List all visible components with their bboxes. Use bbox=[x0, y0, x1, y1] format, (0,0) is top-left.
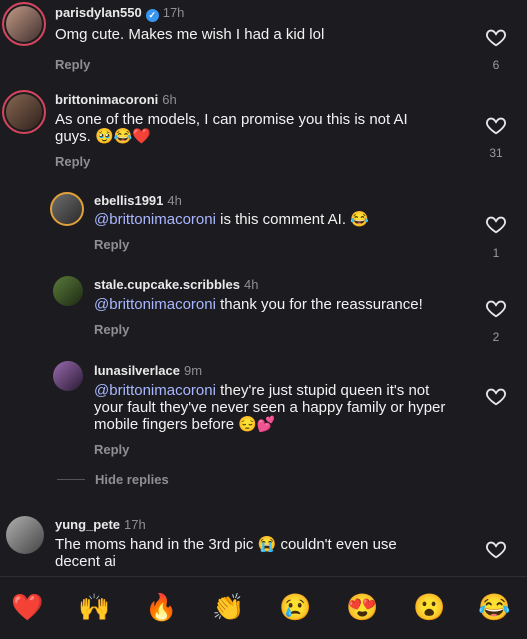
heart-icon[interactable] bbox=[485, 26, 507, 48]
heart-icon[interactable] bbox=[485, 213, 507, 235]
username[interactable]: parisdylan550 bbox=[55, 5, 142, 20]
heart-icon[interactable] bbox=[485, 114, 507, 136]
avatar[interactable] bbox=[53, 276, 83, 306]
comment-text-line: decent ai bbox=[55, 553, 116, 570]
mention-link[interactable]: @brittonimacoroni bbox=[94, 211, 216, 228]
username[interactable]: brittonimacoroni bbox=[55, 92, 158, 107]
like-count: 31 bbox=[489, 146, 503, 160]
comment-text: Omg cute. Makes me wish I had a kid lol bbox=[55, 26, 325, 43]
surprised-face-emoji-button[interactable]: 😮 bbox=[413, 591, 445, 623]
emoji-text: 😭 bbox=[257, 536, 277, 553]
timestamp: 6h bbox=[162, 92, 177, 107]
avatar[interactable] bbox=[2, 2, 46, 46]
heart-icon[interactable] bbox=[485, 538, 507, 560]
emoji-text: 😂 bbox=[350, 211, 369, 228]
comment-text-line: The moms hand in the 3rd pic bbox=[55, 536, 254, 553]
like-count: 1 bbox=[492, 246, 500, 260]
fire-emoji-button[interactable]: 🔥 bbox=[145, 591, 177, 623]
timestamp: 9m bbox=[184, 363, 203, 378]
reply-button[interactable]: Reply bbox=[55, 154, 90, 169]
reply-button[interactable]: Reply bbox=[94, 442, 129, 457]
comment-text: is this comment AI. bbox=[220, 211, 346, 228]
timestamp: 17h bbox=[162, 5, 185, 20]
heart-eyes-emoji-button[interactable]: 😍 bbox=[346, 591, 378, 623]
comment-text-line: As one of the models, I can promise you … bbox=[55, 111, 408, 128]
verified-badge-icon: ✓ bbox=[145, 9, 159, 22]
reply-button[interactable]: Reply bbox=[94, 322, 129, 337]
avatar[interactable] bbox=[2, 90, 46, 134]
avatar[interactable] bbox=[53, 361, 83, 391]
comment-text-line: couldn't even use bbox=[280, 536, 397, 553]
clapping-hands-emoji-button[interactable]: 👏 bbox=[212, 591, 244, 623]
username[interactable]: yung_pete bbox=[55, 517, 120, 532]
reply-button[interactable]: Reply bbox=[55, 57, 90, 72]
comment-text: thank you for the reassurance! bbox=[220, 296, 423, 313]
avatar[interactable] bbox=[6, 516, 44, 554]
hide-replies-divider bbox=[57, 479, 85, 480]
emoji-text: 😔💕 bbox=[238, 416, 276, 433]
comment-text-line: mobile fingers before bbox=[94, 416, 235, 433]
mention-link[interactable]: @brittonimacoroni bbox=[94, 382, 216, 399]
timestamp: 4h bbox=[167, 193, 182, 208]
comment-text-line: they're just stupid queen it's not bbox=[220, 382, 430, 399]
emoji-text: 🥹😂❤️ bbox=[95, 128, 152, 145]
quick-emoji-bar: ❤️ 🙌 🔥 👏 😢 😍 😮 😂 bbox=[0, 576, 527, 639]
crying-face-emoji-button[interactable]: 😢 bbox=[279, 591, 311, 623]
red-heart-emoji-button[interactable]: ❤️ bbox=[11, 591, 43, 623]
timestamp: 4h bbox=[243, 277, 259, 292]
username[interactable]: ebellis1991 bbox=[94, 193, 163, 208]
heart-icon[interactable] bbox=[485, 385, 507, 407]
raising-hands-emoji-button[interactable]: 🙌 bbox=[78, 591, 110, 623]
laughing-face-emoji-button[interactable]: 😂 bbox=[478, 591, 510, 623]
comment-text-line: your fault they've never seen a happy fa… bbox=[94, 399, 446, 416]
like-count: 6 bbox=[492, 58, 500, 72]
hide-replies-button[interactable]: Hide replies bbox=[95, 472, 169, 487]
timestamp: 17h bbox=[124, 517, 146, 532]
comment-text-line: guys. bbox=[55, 128, 91, 145]
reply-button[interactable]: Reply bbox=[94, 237, 129, 252]
username[interactable]: lunasilverlace bbox=[94, 363, 180, 378]
heart-icon[interactable] bbox=[485, 297, 507, 319]
username[interactable]: stale.cupcake.scribbles bbox=[94, 277, 240, 292]
mention-link[interactable]: @brittonimacoroni bbox=[94, 296, 216, 313]
avatar[interactable] bbox=[50, 192, 84, 226]
like-count: 2 bbox=[492, 330, 500, 344]
